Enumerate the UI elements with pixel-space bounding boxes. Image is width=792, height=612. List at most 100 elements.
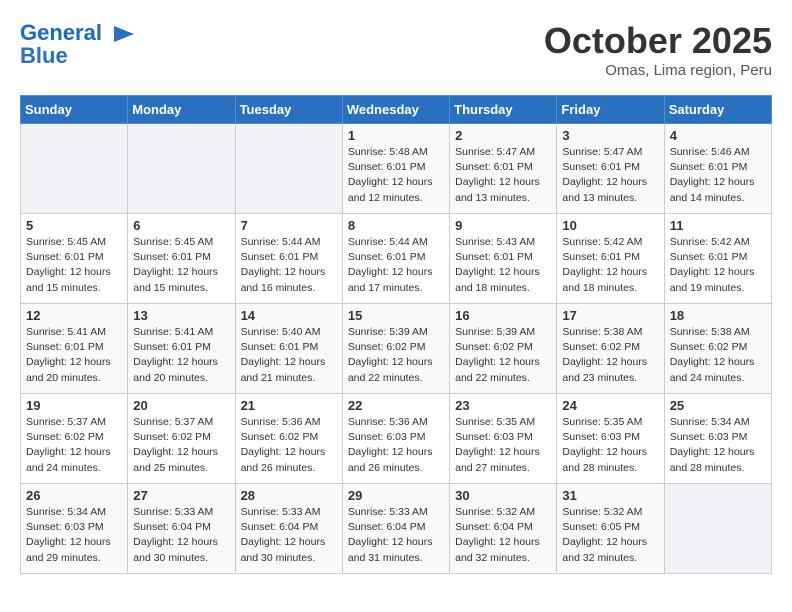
day-info: Sunrise: 5:35 AMSunset: 6:03 PMDaylight:… [562, 415, 658, 476]
weekday-header-monday: Monday [128, 96, 235, 124]
calendar-cell [235, 124, 342, 214]
calendar-cell: 9 Sunrise: 5:43 AMSunset: 6:01 PMDaylight… [450, 214, 557, 304]
day-info: Sunrise: 5:41 AMSunset: 6:01 PMDaylight:… [26, 325, 122, 386]
day-number: 4 [670, 128, 766, 143]
day-number: 25 [670, 398, 766, 413]
day-number: 8 [348, 218, 444, 233]
calendar-cell: 10 Sunrise: 5:42 AMSunset: 6:01 PMDayligh… [557, 214, 664, 304]
weekday-header-thursday: Thursday [450, 96, 557, 124]
calendar-week-1: 1Sunrise: 5:48 AMSunset: 6:01 PMDaylight… [21, 124, 772, 214]
day-info: Sunrise: 5:46 AMSunset: 6:01 PMDaylight:… [670, 145, 766, 206]
calendar-cell: 16 Sunrise: 5:39 AMSunset: 6:02 PMDayligh… [450, 304, 557, 394]
calendar-week-2: 5 Sunrise: 5:45 AMSunset: 6:01 PMDaylight… [21, 214, 772, 304]
calendar-cell: 3 Sunrise: 5:47 AMSunset: 6:01 PMDaylight… [557, 124, 664, 214]
day-info: Sunrise: 5:37 AMSunset: 6:02 PMDaylight:… [26, 415, 122, 476]
day-number: 12 [26, 308, 122, 323]
title-area: October 2025 Omas, Lima region, Peru [544, 20, 772, 79]
day-info: Sunrise: 5:34 AMSunset: 6:03 PMDaylight:… [26, 505, 122, 566]
calendar-cell: 13 Sunrise: 5:41 AMSunset: 6:01 PMDayligh… [128, 304, 235, 394]
day-number: 27 [133, 488, 229, 503]
calendar-cell: 4 Sunrise: 5:46 AMSunset: 6:01 PMDaylight… [664, 124, 771, 214]
weekday-header-friday: Friday [557, 96, 664, 124]
day-number: 9 [455, 218, 551, 233]
day-info: Sunrise: 5:32 AMSunset: 6:04 PMDaylight:… [455, 505, 551, 566]
day-info: Sunrise: 5:43 AMSunset: 6:01 PMDaylight:… [455, 235, 551, 296]
day-number: 31 [562, 488, 658, 503]
month-title: October 2025 [544, 20, 772, 62]
day-number: 24 [562, 398, 658, 413]
calendar-cell: 31 Sunrise: 5:32 AMSunset: 6:05 PMDayligh… [557, 484, 664, 574]
day-number: 10 [562, 218, 658, 233]
day-number: 17 [562, 308, 658, 323]
weekday-header-wednesday: Wednesday [342, 96, 449, 124]
day-info: Sunrise: 5:32 AMSunset: 6:05 PMDaylight:… [562, 505, 658, 566]
weekday-header-row: SundayMondayTuesdayWednesdayThursdayFrid… [21, 96, 772, 124]
calendar-cell: 20 Sunrise: 5:37 AMSunset: 6:02 PMDayligh… [128, 394, 235, 484]
day-number: 20 [133, 398, 229, 413]
calendar-cell: 21 Sunrise: 5:36 AMSunset: 6:02 PMDayligh… [235, 394, 342, 484]
day-info: Sunrise: 5:39 AMSunset: 6:02 PMDaylight:… [455, 325, 551, 386]
day-info: Sunrise: 5:38 AMSunset: 6:02 PMDaylight:… [562, 325, 658, 386]
calendar-cell: 7Sunrise: 5:44 AMSunset: 6:01 PMDaylight… [235, 214, 342, 304]
calendar-cell: 11 Sunrise: 5:42 AMSunset: 6:01 PMDayligh… [664, 214, 771, 304]
day-number: 3 [562, 128, 658, 143]
calendar-week-4: 19 Sunrise: 5:37 AMSunset: 6:02 PMDayligh… [21, 394, 772, 484]
day-info: Sunrise: 5:42 AMSunset: 6:01 PMDaylight:… [670, 235, 766, 296]
calendar-table: SundayMondayTuesdayWednesdayThursdayFrid… [20, 95, 772, 574]
calendar-cell [21, 124, 128, 214]
calendar-cell: 24 Sunrise: 5:35 AMSunset: 6:03 PMDayligh… [557, 394, 664, 484]
calendar-cell: 28 Sunrise: 5:33 AMSunset: 6:04 PMDayligh… [235, 484, 342, 574]
day-number: 15 [348, 308, 444, 323]
weekday-header-tuesday: Tuesday [235, 96, 342, 124]
day-number: 1 [348, 128, 444, 143]
day-info: Sunrise: 5:33 AMSunset: 6:04 PMDaylight:… [133, 505, 229, 566]
logo-icon [110, 20, 138, 48]
day-number: 16 [455, 308, 551, 323]
calendar-cell: 30 Sunrise: 5:32 AMSunset: 6:04 PMDayligh… [450, 484, 557, 574]
day-info: Sunrise: 5:47 AMSunset: 6:01 PMDaylight:… [455, 145, 551, 206]
day-info: Sunrise: 5:33 AMSunset: 6:04 PMDaylight:… [348, 505, 444, 566]
calendar-cell: 14 Sunrise: 5:40 AMSunset: 6:01 PMDayligh… [235, 304, 342, 394]
day-number: 19 [26, 398, 122, 413]
calendar-cell: 29Sunrise: 5:33 AMSunset: 6:04 PMDayligh… [342, 484, 449, 574]
day-number: 6 [133, 218, 229, 233]
day-number: 23 [455, 398, 551, 413]
day-info: Sunrise: 5:42 AMSunset: 6:01 PMDaylight:… [562, 235, 658, 296]
calendar-cell: 18Sunrise: 5:38 AMSunset: 6:02 PMDayligh… [664, 304, 771, 394]
day-info: Sunrise: 5:45 AMSunset: 6:01 PMDaylight:… [133, 235, 229, 296]
location: Omas, Lima region, Peru [544, 62, 772, 79]
logo: General Blue [20, 20, 138, 68]
calendar-cell: 8 Sunrise: 5:44 AMSunset: 6:01 PMDaylight… [342, 214, 449, 304]
day-info: Sunrise: 5:39 AMSunset: 6:02 PMDaylight:… [348, 325, 444, 386]
day-info: Sunrise: 5:37 AMSunset: 6:02 PMDaylight:… [133, 415, 229, 476]
day-number: 30 [455, 488, 551, 503]
day-info: Sunrise: 5:36 AMSunset: 6:02 PMDaylight:… [241, 415, 337, 476]
calendar-cell: 22Sunrise: 5:36 AMSunset: 6:03 PMDayligh… [342, 394, 449, 484]
weekday-header-sunday: Sunday [21, 96, 128, 124]
day-info: Sunrise: 5:33 AMSunset: 6:04 PMDaylight:… [241, 505, 337, 566]
day-info: Sunrise: 5:44 AMSunset: 6:01 PMDaylight:… [348, 235, 444, 296]
calendar-cell: 12 Sunrise: 5:41 AMSunset: 6:01 PMDayligh… [21, 304, 128, 394]
day-number: 2 [455, 128, 551, 143]
day-info: Sunrise: 5:45 AMSunset: 6:01 PMDaylight:… [26, 235, 122, 296]
day-number: 14 [241, 308, 337, 323]
day-number: 5 [26, 218, 122, 233]
calendar-cell: 5 Sunrise: 5:45 AMSunset: 6:01 PMDaylight… [21, 214, 128, 304]
day-number: 28 [241, 488, 337, 503]
calendar-cell: 23 Sunrise: 5:35 AMSunset: 6:03 PMDayligh… [450, 394, 557, 484]
day-info: Sunrise: 5:40 AMSunset: 6:01 PMDaylight:… [241, 325, 337, 386]
calendar-cell: 19 Sunrise: 5:37 AMSunset: 6:02 PMDayligh… [21, 394, 128, 484]
day-info: Sunrise: 5:34 AMSunset: 6:03 PMDaylight:… [670, 415, 766, 476]
calendar-week-3: 12 Sunrise: 5:41 AMSunset: 6:01 PMDayligh… [21, 304, 772, 394]
day-info: Sunrise: 5:35 AMSunset: 6:03 PMDaylight:… [455, 415, 551, 476]
calendar-cell: 27 Sunrise: 5:33 AMSunset: 6:04 PMDayligh… [128, 484, 235, 574]
day-number: 13 [133, 308, 229, 323]
day-info: Sunrise: 5:41 AMSunset: 6:01 PMDaylight:… [133, 325, 229, 386]
day-number: 26 [26, 488, 122, 503]
calendar-cell: 6 Sunrise: 5:45 AMSunset: 6:01 PMDaylight… [128, 214, 235, 304]
day-number: 21 [241, 398, 337, 413]
calendar-cell [664, 484, 771, 574]
day-info: Sunrise: 5:44 AMSunset: 6:01 PMDaylight:… [241, 235, 337, 296]
day-number: 11 [670, 218, 766, 233]
day-info: Sunrise: 5:47 AMSunset: 6:01 PMDaylight:… [562, 145, 658, 206]
